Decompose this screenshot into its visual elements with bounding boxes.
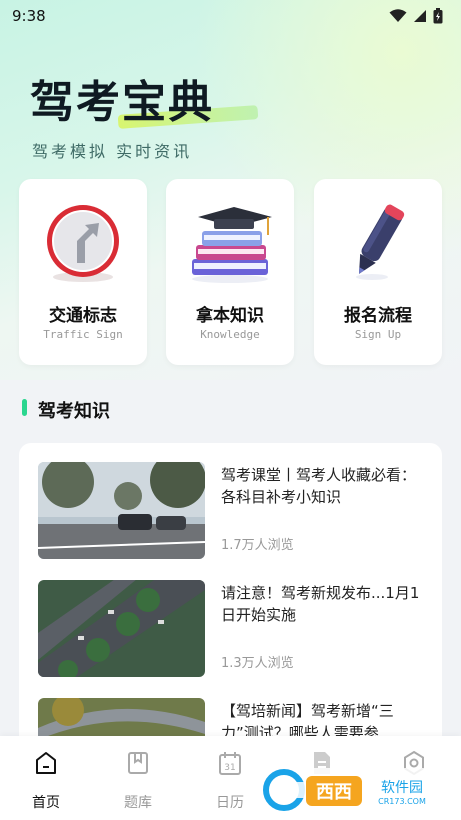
app-subtitle: 驾考模拟 实时资讯 (32, 142, 193, 161)
tab-question-bank[interactable]: 题库 (92, 736, 184, 820)
tab-label: 首页 (32, 795, 60, 811)
tab-home[interactable]: 首页 (0, 736, 92, 820)
news-title: 请注意！驾考新规发布...1月1日开始实施 (221, 584, 420, 624)
card-subtitle: Knowledge (200, 328, 260, 341)
card-title: 交通标志 (49, 306, 117, 326)
status-bar: 9:38 (0, 0, 461, 32)
news-thumbnail (38, 580, 205, 677)
traffic-sign-icon (47, 205, 119, 282)
list-item[interactable]: 请注意！驾考新规发布...1月1日开始实施 1.3万人浏览 (19, 580, 442, 690)
card-title: 报名流程 (344, 306, 412, 326)
calendar-icon: 31 (219, 752, 241, 775)
card-signup[interactable]: 报名流程 Sign Up (314, 179, 442, 365)
app-title: 驾考宝典 (30, 77, 214, 128)
news-list: 驾考课堂丨驾考人收藏必看：各科目补考小知识 1.7万人浏览 请注意！驾考新规发布… (19, 443, 442, 743)
card-traffic-sign[interactable]: 交通标志 Traffic Sign (19, 179, 147, 365)
pen-icon (356, 204, 405, 280)
card-knowledge[interactable]: 拿本知识 Knowledge (166, 179, 294, 365)
section-accent-bar (22, 399, 27, 416)
news-thumbnail (38, 462, 205, 559)
news-views: 1.3万人浏览 (221, 656, 294, 671)
tab-label: 题库 (124, 795, 152, 811)
section-title: 驾考知识 (38, 401, 110, 422)
home-icon (36, 752, 56, 774)
bookmark-icon (128, 752, 148, 774)
status-time: 9:38 (12, 7, 46, 25)
svg-text:CR173.COM: CR173.COM (378, 797, 426, 806)
card-subtitle: Traffic Sign (43, 328, 123, 341)
card-title: 拿本知识 (196, 306, 264, 326)
card-subtitle: Sign Up (354, 328, 402, 341)
signal-icon (414, 10, 426, 22)
wifi-icon (389, 9, 407, 22)
books-icon (192, 207, 272, 283)
watermark-logo: 西西 软件园 CR173.COM (262, 768, 442, 812)
list-item[interactable]: 驾考课堂丨驾考人收藏必看：各科目补考小知识 1.7万人浏览 (19, 462, 442, 572)
news-views: 1.7万人浏览 (221, 538, 294, 553)
svg-text:31: 31 (224, 763, 235, 773)
news-title: 驾考课堂丨驾考人收藏必看：各科目补考小知识 (221, 466, 417, 506)
battery-icon (433, 8, 443, 24)
feature-cards: 交通标志 Traffic Sign 拿本知识 Knowledge 报名流程 Si… (19, 179, 442, 365)
